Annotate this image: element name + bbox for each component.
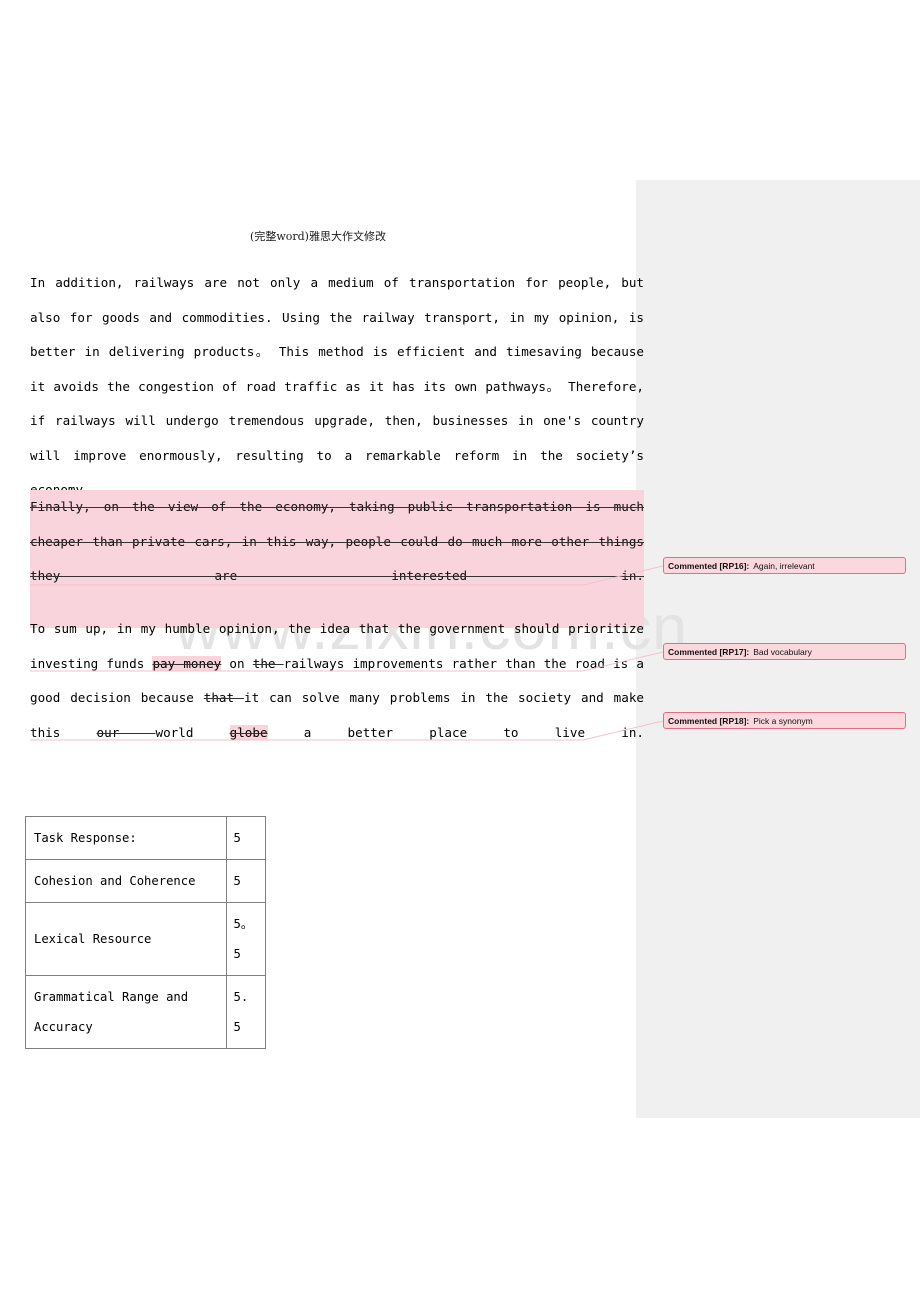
score-value-line-1: 5。	[233, 917, 254, 931]
table-row: Grammatical Range and Accuracy 5. 5	[25, 975, 266, 1049]
score-value-line-2: 5	[233, 1020, 241, 1034]
score-cell: 5. 5	[225, 975, 266, 1049]
table-row: Cohesion and Coherence 5	[25, 859, 266, 903]
criterion-label: Lexical Resource	[34, 932, 152, 946]
comment-rp17[interactable]: Commented [RP17]: Bad vocabulary	[663, 643, 906, 660]
deleted-text-globe: globe	[229, 724, 268, 740]
criterion-cell: Cohesion and Coherence	[25, 859, 227, 903]
deleted-paragraph-text: Finally, on the view of the economy, tak…	[30, 490, 644, 628]
criterion-label-second-line: Accuracy	[34, 1020, 93, 1034]
comment-label: Commented [RP17]:	[668, 646, 750, 657]
deleted-text-our: our	[96, 724, 156, 740]
comment-rp16[interactable]: Commented [RP16]: Again, irrelevant	[663, 557, 906, 574]
document-page: www.zixin.com.cn (完整word)雅思大作文修改 In addi…	[0, 0, 920, 1302]
comment-text: Bad vocabulary	[753, 646, 812, 657]
score-table: Task Response: 5 Cohesion and Coherence	[25, 816, 266, 1049]
criterion-cell: Task Response:	[25, 816, 227, 860]
comment-text: Again, irrelevant	[753, 560, 815, 571]
deleted-text-the: the	[252, 655, 284, 671]
comment-label: Commented [RP16]:	[668, 560, 750, 571]
paragraph-body-3: To sum up, in my humble opinion, the ide…	[30, 612, 644, 785]
criterion-label: Task Response:	[34, 831, 137, 845]
text-segment: on	[221, 655, 253, 671]
criterion-cell: Grammatical Range and Accuracy	[25, 975, 227, 1049]
table-row: Task Response: 5	[25, 816, 266, 860]
score-value-line-1: 5.	[233, 990, 249, 1004]
paragraph-text-with-edits: To sum up, in my humble opinion, the ide…	[30, 612, 644, 785]
comment-rp18[interactable]: Commented [RP18]: Pick a synonym	[663, 712, 906, 729]
score-cell: 5。 5	[225, 902, 266, 976]
criterion-cell: Lexical Resource	[25, 902, 227, 976]
document-header: (完整word)雅思大作文修改	[250, 230, 386, 243]
comment-text: Pick a synonym	[753, 715, 813, 726]
score-value: 5	[233, 874, 241, 888]
score-cell: 5	[225, 859, 266, 903]
score-value: 5	[233, 831, 241, 845]
score-value-line-2: 5	[233, 947, 241, 961]
comment-label: Commented [RP18]:	[668, 715, 750, 726]
table-row: Lexical Resource 5。 5	[25, 902, 266, 976]
paragraph-deleted: Finally, on the view of the economy, tak…	[30, 490, 644, 628]
deleted-text-pay-money: pay money	[152, 655, 222, 671]
criterion-label: Cohesion and Coherence	[34, 874, 196, 888]
text-segment: world	[155, 724, 230, 740]
criterion-label: Grammatical Range and	[34, 990, 189, 1004]
score-cell: 5	[225, 816, 266, 860]
deleted-text-that: that	[203, 690, 244, 705]
text-segment: a better place to live in.	[267, 724, 644, 740]
